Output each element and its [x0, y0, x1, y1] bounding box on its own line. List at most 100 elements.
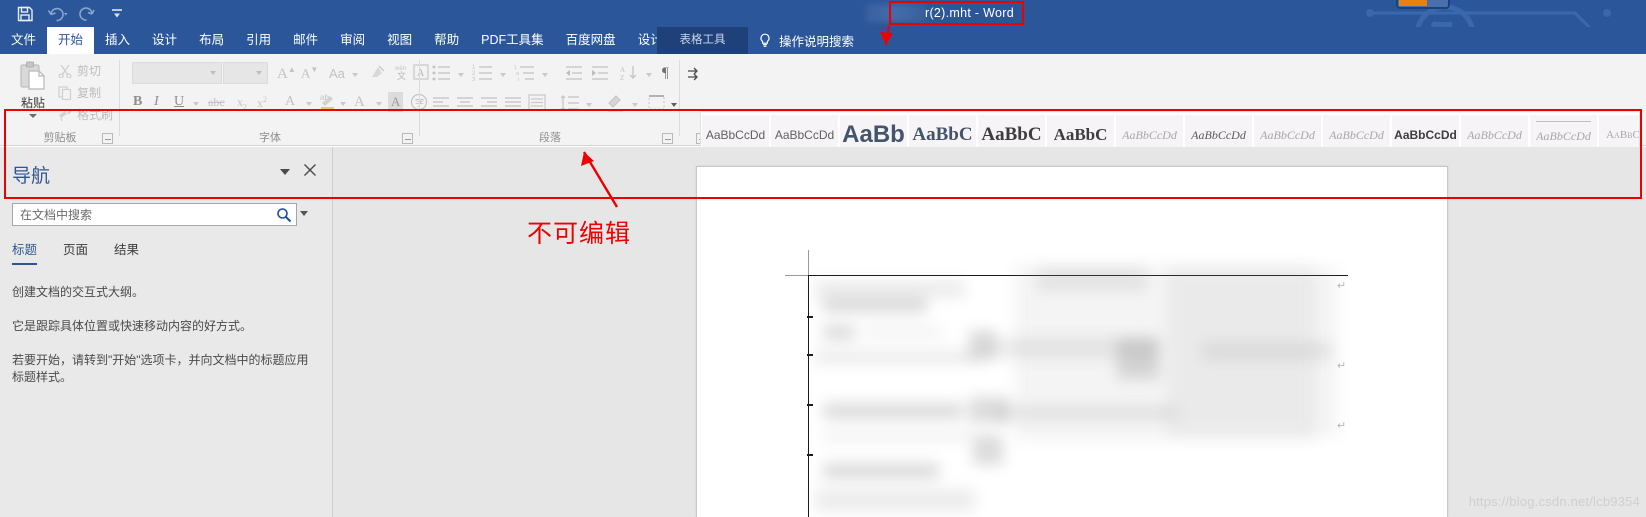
nav-tab-results[interactable]: 结果: [114, 239, 139, 265]
quick-access-toolbar[interactable]: [16, 3, 127, 25]
cut-button: 剪切: [58, 62, 101, 79]
tab-layout[interactable]: 布局: [188, 27, 235, 54]
style-preview: AaBbCcDd: [1191, 127, 1246, 142]
font-size-combo[interactable]: [223, 62, 268, 84]
paste-button[interactable]: 粘贴: [10, 60, 56, 126]
distribute-icon: [528, 94, 548, 117]
search-input[interactable]: [18, 204, 268, 225]
shrink-font-icon: A▼: [301, 65, 319, 81]
document-canvas[interactable]: ↵ ↵ ↵ https://blog.csdn.net/lcb9354: [333, 147, 1646, 517]
table-row-tick: [807, 404, 814, 406]
italic-button: I: [154, 94, 159, 109]
not-editable-annotation: 不可编辑: [527, 220, 632, 248]
style-preview: AaBbCcDd: [1606, 128, 1640, 141]
style-preview: AaBbCcDd: [1536, 120, 1591, 149]
blurred-content: [823, 463, 939, 479]
close-icon[interactable]: [302, 162, 318, 178]
ribbon-group-clipboard: 粘贴 剪切 复制 格式刷 剪贴板: [0, 54, 120, 146]
increase-indent-icon: [590, 64, 610, 87]
style-preview: AaBbCcDd: [1329, 127, 1384, 142]
phonetic-guide-icon: wén 文: [392, 63, 410, 86]
lightbulb-icon: [758, 33, 772, 48]
shading-icon: [606, 94, 626, 117]
nav-help-paragraph: 它是跟踪具体位置或快速移动内容的好方式。: [12, 319, 253, 333]
search-icon[interactable]: [276, 207, 292, 223]
justify-icon: [504, 96, 522, 115]
blurred-content: [823, 325, 855, 340]
tab-references[interactable]: 引用: [235, 27, 282, 54]
redo-icon[interactable]: [78, 5, 96, 23]
font-name-combo[interactable]: [132, 62, 222, 84]
change-case-caret: [352, 73, 358, 77]
font-dialog-launcher[interactable]: [402, 133, 413, 144]
tab-help[interactable]: 帮助: [423, 27, 470, 54]
bold-button: B: [133, 94, 143, 109]
search-input-wrapper[interactable]: [12, 203, 297, 226]
align-left-icon: [432, 96, 450, 115]
style-preview: AaBbCcDd: [1467, 127, 1522, 142]
paragraph-mark: ↵: [1337, 360, 1347, 372]
blurred-content: [823, 429, 973, 443]
copy-button: 复制: [58, 84, 101, 101]
tab-pdf-tools[interactable]: PDF工具集: [470, 27, 555, 54]
ribbon-tab-strip: 文件 开始 插入 设计 布局 引用 邮件 审阅 视图 帮助 PDF工具集 百度网…: [0, 27, 1646, 81]
paragraph-dialog-launcher[interactable]: [662, 133, 673, 144]
tab-insert[interactable]: 插入: [94, 27, 141, 54]
underline-caret: [193, 102, 199, 106]
blurred-content: [973, 435, 1003, 465]
customize-qat-icon[interactable]: [109, 5, 127, 23]
tab-file[interactable]: 文件: [0, 27, 47, 54]
style-preview: AaBbCcDd: [1394, 127, 1457, 142]
sort-caret: [646, 73, 652, 77]
save-icon[interactable]: [16, 5, 34, 23]
svg-text:文: 文: [397, 70, 406, 81]
numbering-icon: 123: [472, 64, 494, 87]
style-preview: AaBbC: [912, 123, 973, 145]
tab-design[interactable]: 设计: [141, 27, 188, 54]
tab-mailings[interactable]: 邮件: [282, 27, 329, 54]
sort-icon: A Z: [620, 64, 640, 87]
clear-formatting-icon: [370, 64, 387, 85]
nav-help-paragraph: 若要开始，请转到"开始"选项卡，并向文档中的标题应用标题样式。: [12, 353, 309, 384]
navigation-pane-title: 导航: [12, 166, 51, 187]
contextual-tab-header: 表格工具: [657, 27, 748, 54]
chevron-down-icon[interactable]: [280, 169, 290, 175]
bullets-caret: [458, 73, 464, 77]
text-effects-icon: A: [285, 94, 296, 109]
tab-view[interactable]: 视图: [376, 27, 423, 54]
title-blurred-prefix: [866, 4, 926, 22]
tab-baidu-netdisk[interactable]: 百度网盘: [555, 27, 627, 54]
tab-review[interactable]: 审阅: [329, 27, 376, 54]
svg-text:3: 3: [472, 77, 476, 82]
window-title: r(2).mht - Word: [925, 6, 1014, 20]
nav-tab-headings[interactable]: 标题: [12, 239, 38, 265]
align-right-icon: [480, 96, 498, 115]
shading-caret: [632, 103, 638, 107]
copy-label: 复制: [77, 86, 102, 100]
style-preview: AaBb: [842, 120, 905, 148]
change-case-icon: Aa: [329, 66, 345, 81]
document-page[interactable]: ↵ ↵ ↵: [696, 166, 1448, 517]
search-options-caret[interactable]: [300, 211, 308, 216]
table-row-tick: [807, 354, 814, 356]
nav-tab-pages[interactable]: 页面: [63, 239, 88, 265]
clipboard-dialog-launcher[interactable]: [102, 133, 113, 144]
tab-home[interactable]: 开始: [47, 27, 95, 54]
show-formatting-marks-icon: ¶: [660, 62, 678, 87]
table-column-marker: [808, 250, 809, 276]
text-effects-caret: [306, 102, 312, 106]
table-row-tick: [807, 316, 814, 318]
undo-icon[interactable]: [47, 5, 68, 23]
format-painter-icon: [59, 110, 72, 121]
paste-dropdown-caret[interactable]: [29, 114, 37, 118]
multilevel-caret: [542, 73, 548, 77]
tell-me-search[interactable]: 操作说明搜索: [758, 27, 854, 54]
navigation-tabs[interactable]: 标题 页面 结果: [12, 239, 139, 265]
blurred-content: [997, 405, 1177, 421]
blurred-content: [815, 489, 975, 511]
numbering-caret: [500, 73, 506, 77]
blurred-content: [1202, 342, 1332, 360]
borders-caret[interactable]: [671, 103, 677, 107]
character-shading-icon: A: [388, 92, 404, 112]
ribbon-tabs[interactable]: 文件 开始 插入 设计 布局 引用 邮件 审阅 视图 帮助 PDF工具集 百度网…: [0, 27, 721, 54]
